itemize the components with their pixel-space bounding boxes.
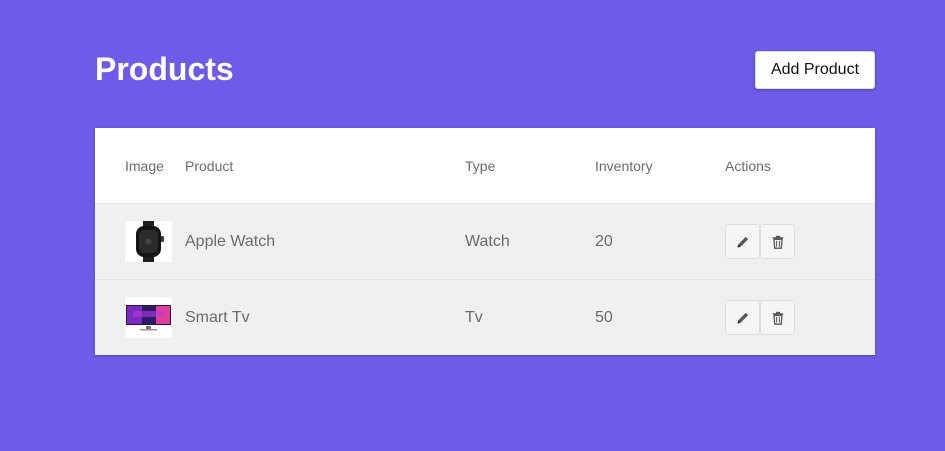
product-inventory: 50 [595,309,613,326]
product-name: Apple Watch [185,233,276,250]
column-header-inventory: Inventory [595,158,653,174]
apple-watch-icon [125,221,172,262]
product-name: Smart Tv [185,309,250,326]
edit-button[interactable] [725,224,760,259]
edit-button[interactable] [725,300,760,335]
table-row: Smart Tv Tv 50 [95,280,875,355]
pencil-icon [737,312,748,323]
column-header-type: Type [465,158,496,174]
column-header-image: Image [125,158,164,174]
pencil-icon [737,236,748,247]
page-title: Products [95,51,234,87]
delete-button[interactable] [760,300,795,335]
column-header-product: Product [185,158,234,174]
trash-icon [772,235,783,249]
products-table: Image Product Type Inventory Actions App… [95,128,875,355]
table-header: Image Product Type Inventory Actions [95,128,875,204]
product-image [125,297,172,338]
add-product-button[interactable]: Add Product [755,51,875,89]
column-header-actions: Actions [725,158,771,174]
product-image [125,221,172,262]
table-row: Apple Watch Watch 20 [95,204,875,280]
delete-button[interactable] [760,224,795,259]
product-type: Tv [465,309,483,326]
trash-icon [772,311,783,325]
product-inventory: 20 [595,233,613,250]
smart-tv-icon [125,297,172,338]
product-type: Watch [465,233,510,250]
